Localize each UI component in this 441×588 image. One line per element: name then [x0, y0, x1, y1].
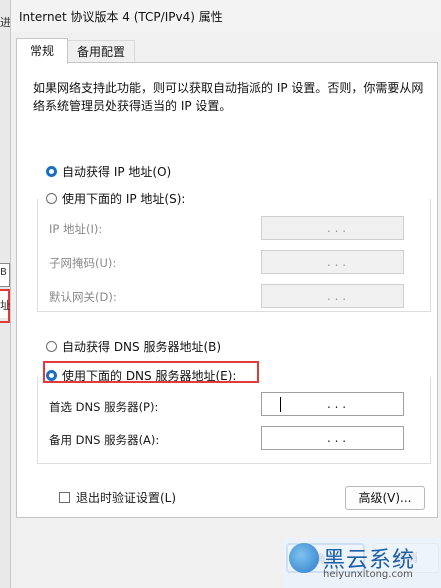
auto-dns-label: 自动获得 DNS 服务器地址(B) — [62, 340, 222, 354]
validate-on-exit-checkbox[interactable] — [59, 492, 70, 503]
subnet-mask-label: 子网掩码(U): — [49, 256, 117, 270]
auto-dns-option[interactable]: 自动获得 DNS 服务器地址(B) — [46, 338, 221, 355]
auto-ip-option[interactable]: 自动获得 IP 地址(O) — [46, 163, 171, 180]
window-title: Internet 协议版本 4 (TCP/IPv4) 属性 — [19, 10, 223, 24]
alternate-dns-label: 备用 DNS 服务器(A): — [49, 433, 160, 447]
cloud-logo-icon — [289, 543, 319, 573]
alternate-dns-input[interactable]: . . . — [261, 426, 404, 450]
preferred-dns-label: 首选 DNS 服务器(P): — [49, 400, 159, 414]
preferred-dns-input[interactable]: . . . — [261, 392, 404, 416]
alternate-dns-dots: . . . — [326, 431, 347, 445]
validate-on-exit-label: 退出时验证设置(L) — [76, 491, 177, 505]
tab-alternate-config[interactable]: 备用配置 — [67, 40, 135, 63]
auto-ip-label: 自动获得 IP 地址(O) — [62, 165, 172, 179]
ipv4-properties-dialog: Internet 协议版本 4 (TCP/IPv4) 属性 常规 备用配置 如果… — [10, 0, 441, 588]
validate-on-exit-option[interactable]: 退出时验证设置(L) — [59, 489, 176, 506]
auto-dns-radio[interactable] — [46, 341, 57, 352]
tab-general[interactable]: 常规 — [16, 38, 68, 64]
dns-server-group — [37, 377, 431, 464]
preferred-dns-dots: . . . — [326, 397, 347, 411]
background-text: B — [0, 267, 7, 278]
auto-ip-radio[interactable] — [46, 166, 57, 177]
ip-address-input: . . . — [261, 216, 404, 240]
subnet-mask-dots: . . . — [326, 255, 347, 269]
default-gateway-dots: . . . — [326, 289, 347, 303]
advanced-button[interactable]: 高级(V)... — [345, 486, 425, 510]
default-gateway-label: 默认网关(D): — [49, 290, 117, 304]
subnet-mask-input: . . . — [261, 250, 404, 274]
text-caret — [280, 397, 281, 412]
general-panel: 如果网络支持此功能，则可以获取自动指派的 IP 设置。否则，你需要从网络系统管理… — [16, 62, 438, 518]
ip-address-label: IP 地址(I): — [49, 222, 103, 236]
annotation-highlight-box — [43, 361, 259, 383]
description-text: 如果网络支持此功能，则可以获取自动指派的 IP 设置。否则，你需要从网络系统管理… — [33, 81, 424, 113]
watermark: 黑云系统 heiyunxitong.com — [283, 538, 441, 588]
default-gateway-input: . . . — [261, 284, 404, 308]
watermark-url: heiyunxitong.com — [323, 569, 413, 580]
title-bar[interactable]: Internet 协议版本 4 (TCP/IPv4) 属性 — [11, 0, 441, 32]
ip-address-dots: . . . — [326, 221, 347, 235]
